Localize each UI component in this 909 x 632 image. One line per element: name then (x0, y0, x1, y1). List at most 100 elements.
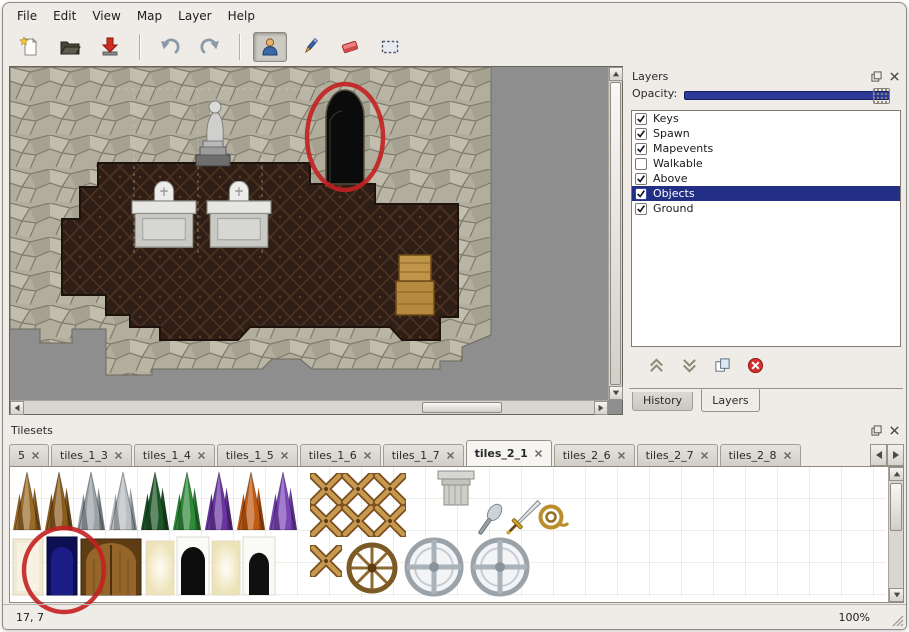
move-layer-up-button[interactable] (644, 355, 668, 376)
place-character-icon (259, 36, 281, 58)
layer-row-walkable[interactable]: Walkable (632, 156, 900, 171)
paint-tool-button[interactable] (293, 32, 327, 62)
move-layer-down-button[interactable] (677, 355, 701, 376)
close-tab-button[interactable] (197, 451, 206, 460)
layer-list: Keys Spawn Mapevents Walkable Above Obje… (631, 110, 901, 347)
close-tab-button[interactable] (534, 449, 543, 458)
scroll-down-button[interactable] (609, 386, 623, 400)
tileset-tab-tiles-1-6[interactable]: tiles_1_6 (300, 444, 381, 466)
rect-select-tool-button[interactable] (373, 32, 407, 62)
layer-visibility-checkbox[interactable] (635, 173, 647, 185)
layer-visibility-checkbox[interactable] (635, 158, 647, 170)
move-layer-down-icon (680, 357, 699, 374)
close-tab-button[interactable] (617, 451, 626, 460)
tile-wagon-wheel[interactable] (349, 545, 395, 591)
layer-visibility-checkbox[interactable] (635, 203, 647, 215)
close-tab-button[interactable] (280, 451, 289, 460)
tileset-tab-tiles-1-4[interactable]: tiles_1_4 (134, 444, 215, 466)
close-tab-button[interactable] (31, 451, 40, 460)
layer-visibility-checkbox[interactable] (635, 188, 647, 200)
tile-dark-blue-door-selected[interactable] (47, 537, 77, 595)
tileset-tab-label: tiles_1_5 (226, 449, 274, 462)
tileset-tab-5[interactable]: 5 (9, 444, 49, 466)
tile-dark-arch-doorway-2[interactable] (243, 537, 275, 595)
new-file-button[interactable] (13, 32, 47, 62)
layer-row-above[interactable]: Above (632, 171, 900, 186)
open-folder-button[interactable] (53, 32, 87, 62)
layer-row-mapevents[interactable]: Mapevents (632, 141, 900, 156)
tile-round-metal-gate[interactable] (407, 540, 461, 594)
menu-view[interactable]: View (84, 5, 128, 27)
arrow-left-icon (875, 450, 883, 460)
layer-row-keys[interactable]: Keys (632, 111, 900, 126)
place-character-tool-button[interactable] (253, 32, 287, 62)
tileset-canvas[interactable] (10, 467, 886, 597)
tileset-tab-tiles-1-3[interactable]: tiles_1_3 (51, 444, 132, 466)
scroll-up-button[interactable] (609, 67, 623, 81)
delete-layer-button[interactable] (743, 355, 767, 376)
tile-glow[interactable] (146, 541, 174, 595)
close-tilesets-button[interactable] (887, 424, 902, 438)
float-panel-button[interactable] (869, 70, 884, 84)
tile-round-metal-gate-2[interactable] (473, 540, 527, 594)
float-tilesets-button[interactable] (869, 424, 884, 438)
arrow-right-icon (597, 404, 605, 412)
resize-grip[interactable] (889, 612, 904, 627)
opacity-slider-handle[interactable] (873, 88, 890, 104)
tileset-tab-tiles-2-7[interactable]: tiles_2_7 (637, 444, 718, 466)
opacity-slider[interactable] (684, 91, 890, 100)
tileset-vertical-scrollbar[interactable] (888, 467, 903, 602)
tileset-tab-label: tiles_1_6 (309, 449, 357, 462)
close-panel-button[interactable] (887, 70, 902, 84)
tile-dark-arch-doorway[interactable] (177, 537, 209, 595)
redo-button[interactable] (193, 32, 227, 62)
tile-wooden-double-door[interactable] (81, 539, 141, 595)
eraser-tool-button[interactable] (333, 32, 367, 62)
menu-help[interactable]: Help (220, 5, 263, 27)
vertical-scroll-thumb[interactable] (610, 82, 621, 385)
layer-row-objects[interactable]: Objects (632, 186, 900, 201)
tile-glow-2[interactable] (212, 541, 240, 595)
wooden-crates (396, 255, 434, 315)
layer-row-spawn[interactable]: Spawn (632, 126, 900, 141)
move-layer-up-icon (647, 357, 666, 374)
menu-map[interactable]: Map (129, 5, 170, 27)
close-icon (534, 449, 543, 458)
scroll-tabs-left-button[interactable] (870, 444, 887, 466)
tab-history[interactable]: History (632, 392, 693, 411)
menu-edit[interactable]: Edit (45, 5, 84, 27)
close-tab-button[interactable] (783, 451, 792, 460)
scroll-tabs-right-button[interactable] (887, 444, 904, 466)
scroll-left-button[interactable] (10, 401, 24, 415)
layer-row-ground[interactable]: Ground (632, 201, 900, 216)
layers-panel: Layers Opacity: Keys (626, 66, 906, 416)
toolbar (3, 28, 906, 66)
menu-layer[interactable]: Layer (170, 5, 219, 27)
scroll-down-button[interactable] (889, 588, 904, 602)
undo-button[interactable] (153, 32, 187, 62)
scroll-up-button[interactable] (889, 467, 904, 481)
map-horizontal-scrollbar[interactable] (10, 400, 608, 414)
duplicate-layer-button[interactable] (710, 355, 734, 376)
tileset-tab-tiles-1-7[interactable]: tiles_1_7 (383, 444, 464, 466)
tab-layers[interactable]: Layers (701, 389, 759, 412)
tileset-tab-tiles-2-8[interactable]: tiles_2_8 (720, 444, 801, 466)
close-tab-button[interactable] (446, 451, 455, 460)
layer-visibility-checkbox[interactable] (635, 128, 647, 140)
layer-visibility-checkbox[interactable] (635, 143, 647, 155)
menu-file[interactable]: File (9, 5, 45, 27)
tile-pale-stone[interactable] (13, 539, 43, 595)
tileset-tab-tiles-2-6[interactable]: tiles_2_6 (554, 444, 635, 466)
vertical-scroll-thumb[interactable] (890, 483, 902, 531)
layer-visibility-checkbox[interactable] (635, 113, 647, 125)
save-button[interactable] (93, 32, 127, 62)
map-vertical-scrollbar[interactable] (608, 67, 622, 400)
horizontal-scroll-thumb[interactable] (422, 402, 502, 413)
tileset-tab-tiles-1-5[interactable]: tiles_1_5 (217, 444, 298, 466)
scroll-right-button[interactable] (594, 401, 608, 415)
map-canvas[interactable] (10, 67, 608, 400)
tileset-tab-tiles-2-1[interactable]: tiles_2_1 (466, 440, 552, 467)
close-tab-button[interactable] (363, 451, 372, 460)
close-tab-button[interactable] (700, 451, 709, 460)
close-tab-button[interactable] (114, 451, 123, 460)
